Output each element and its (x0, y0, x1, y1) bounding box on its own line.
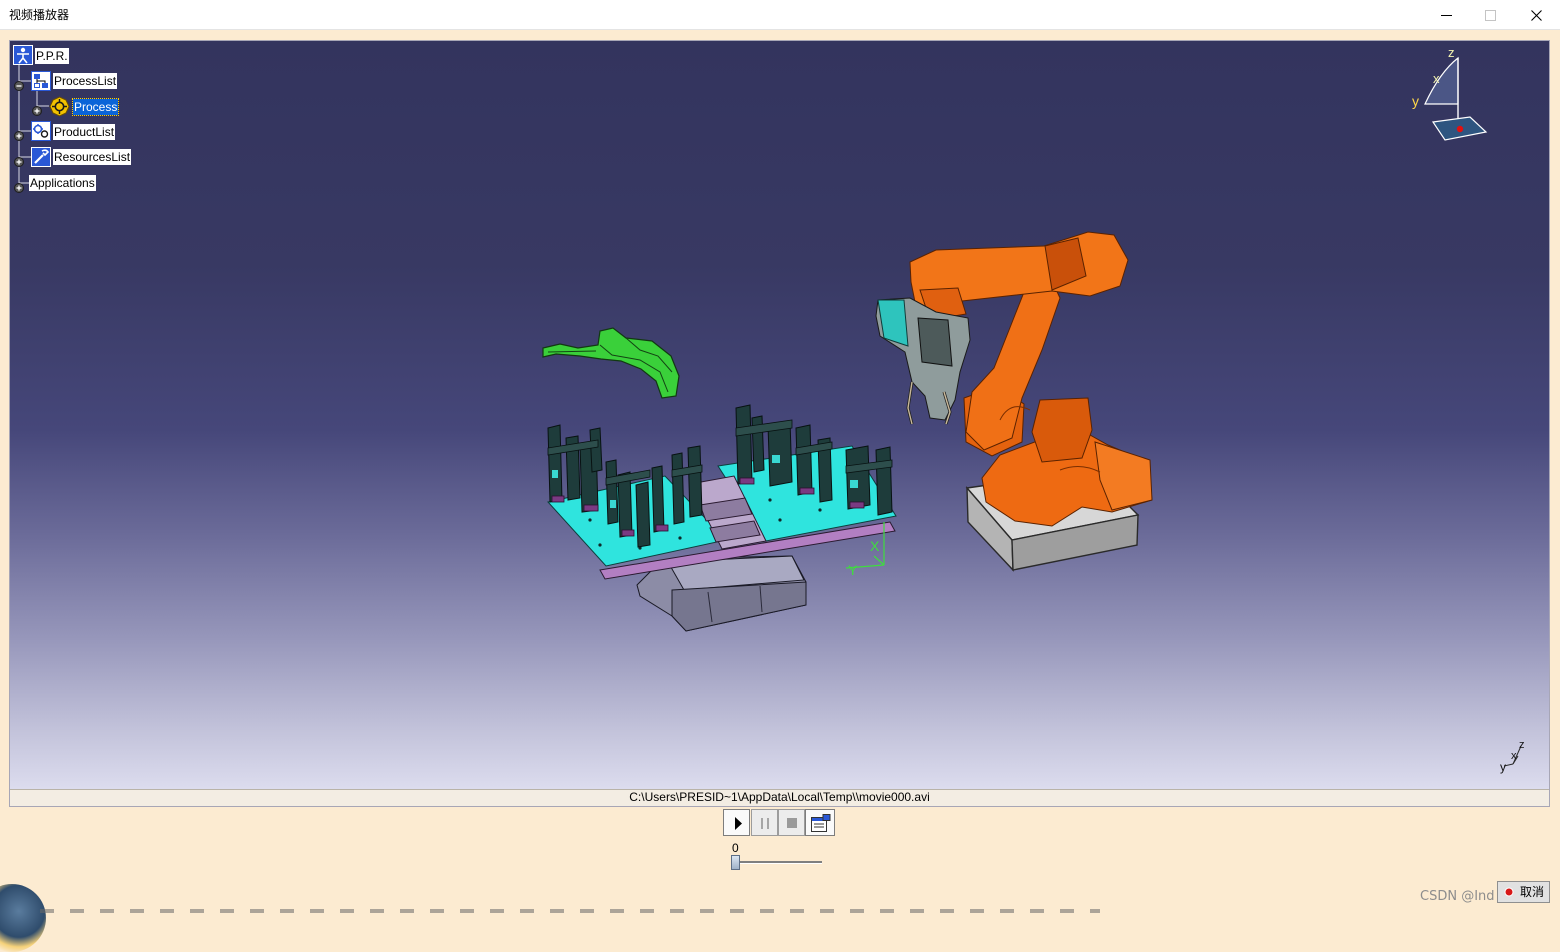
process-icon (49, 96, 70, 117)
process-list-icon (31, 71, 51, 91)
timeline-slider-track[interactable] (735, 861, 822, 864)
play-icon (735, 817, 742, 830)
ppr-icon (13, 45, 33, 65)
expand-icon (32, 101, 42, 116)
product-list-icon (31, 121, 51, 141)
record-icon (1504, 887, 1514, 897)
player-controls (723, 809, 836, 837)
compass: z x y (1412, 45, 1488, 141)
timeline-slider-thumb[interactable] (731, 855, 740, 870)
close-button[interactable] (1513, 0, 1559, 30)
tree-item-ppr: P.P.R. (35, 48, 69, 64)
tree-item-resources-list: ResourcesList (53, 149, 132, 165)
close-icon (1531, 10, 1542, 21)
watermark: CSDN @Ind (1420, 889, 1495, 904)
collapse-icon (14, 76, 24, 91)
robot-gripper (875, 297, 971, 425)
file-path: C:\Users\PRESID~1\AppData\Local\Temp\\mo… (629, 790, 930, 804)
stop-button[interactable] (778, 809, 805, 836)
tree-item-process: Process (71, 98, 120, 116)
pause-icon (761, 818, 769, 829)
tree-item-applications: Applications (29, 175, 96, 191)
expand-icon (14, 126, 24, 141)
cancel-button-label: 取消 (1520, 885, 1545, 899)
bottom-strip (40, 909, 1100, 913)
corner-axis: z x y (1500, 739, 1525, 774)
scene-axis-y-label: Y (848, 562, 858, 578)
play-button[interactable] (723, 809, 750, 836)
expand-icon (14, 178, 24, 193)
compass-y-label: y (1412, 93, 1419, 109)
welding-fixture (547, 404, 897, 632)
slider-value-label: 0 (732, 841, 739, 855)
cancel-button[interactable]: 取消 (1497, 881, 1550, 903)
video-surface: X Y z x y z x y P.P.R. ProcessList Proce… (10, 41, 1549, 789)
title-bar: 视频播放器 (0, 0, 1560, 30)
expand-icon (14, 152, 24, 167)
scene: X Y z x y z x y P.P.R. ProcessList Proce… (10, 41, 1549, 789)
maximize-button[interactable] (1467, 0, 1513, 30)
settings-icon (811, 814, 831, 832)
tree-item-product-list: ProductList (53, 124, 116, 140)
file-path-bar: C:\Users\PRESID~1\AppData\Local\Temp\\mo… (10, 789, 1549, 806)
window-title: 视频播放器 (9, 8, 70, 22)
corner-axis-z-label: z (1519, 739, 1525, 751)
corner-axis-y-label: y (1500, 760, 1506, 774)
minimize-icon (1441, 15, 1452, 16)
scene-drawing: X Y z x y z x y (18, 45, 1525, 774)
pause-button[interactable] (751, 809, 778, 836)
corner-axis-x-label: x (1511, 750, 1517, 762)
maximize-icon (1485, 10, 1496, 21)
settings-button[interactable] (805, 809, 835, 836)
tree-item-process-list: ProcessList (53, 73, 118, 89)
compass-x-label: x (1433, 71, 1440, 86)
minimize-button[interactable] (1423, 0, 1469, 30)
sheet-metal-part (542, 327, 680, 399)
stop-icon (787, 818, 797, 828)
video-frame: X Y z x y z x y P.P.R. ProcessList Proce… (9, 40, 1550, 807)
compass-z-label: z (1448, 45, 1455, 60)
resources-list-icon (31, 147, 51, 167)
scene-axis-x-label: X (870, 538, 880, 554)
corner-logo-icon (0, 884, 46, 952)
